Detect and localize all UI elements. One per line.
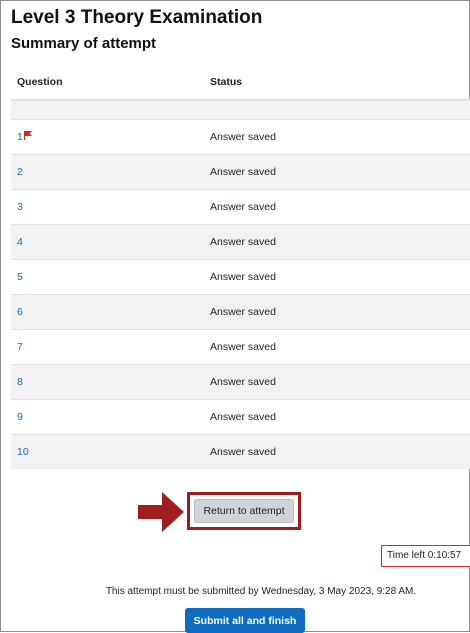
question-link-10[interactable]: 10	[17, 446, 29, 458]
table-row: 10 Answer saved	[11, 434, 470, 469]
table-row: 8 Answer saved	[11, 364, 470, 400]
summary-table: Question Status 1 Answer saved 2 Answer …	[11, 65, 470, 469]
return-to-attempt-button[interactable]: Return to attempt	[194, 499, 294, 523]
status-cell: Answer saved	[210, 329, 470, 365]
submission-deadline-text: This attempt must be submitted by Wednes…	[105, 586, 417, 597]
submit-all-and-finish-button[interactable]: Submit all and finish	[185, 608, 305, 633]
table-row: 1 Answer saved	[11, 119, 470, 155]
time-left-indicator: Time left 0:10:57	[381, 545, 470, 567]
question-link-8[interactable]: 8	[17, 376, 23, 388]
status-cell: Answer saved	[210, 364, 470, 400]
flag-icon	[23, 131, 32, 143]
status-cell: Answer saved	[210, 224, 470, 260]
question-link-6[interactable]: 6	[17, 306, 23, 318]
table-row: 9 Answer saved	[11, 399, 470, 435]
table-row: 7 Answer saved	[11, 329, 470, 365]
status-cell: Answer saved	[210, 434, 470, 469]
status-column-header: Status	[210, 65, 470, 101]
status-cell: Answer saved	[210, 259, 470, 295]
question-link-4[interactable]: 4	[17, 236, 23, 248]
return-button-highlight: Return to attempt	[187, 492, 301, 530]
table-row: 3 Answer saved	[11, 189, 470, 225]
question-column-header: Question	[11, 65, 210, 101]
question-link-1[interactable]: 1	[17, 131, 23, 143]
quiz-summary-panel: Level 3 Theory Examination Summary of at…	[0, 0, 470, 633]
status-cell: Answer saved	[210, 154, 470, 190]
table-row: 6 Answer saved	[11, 294, 470, 330]
question-link-9[interactable]: 9	[17, 411, 23, 423]
table-header-row: Question Status	[11, 65, 470, 101]
table-row: 2 Answer saved	[11, 154, 470, 190]
status-cell: Answer saved	[210, 399, 470, 435]
status-cell: Answer saved	[210, 294, 470, 330]
question-link-2[interactable]: 2	[17, 166, 23, 178]
question-link-3[interactable]: 3	[17, 201, 23, 213]
table-row: 5 Answer saved	[11, 259, 470, 295]
section-title: Summary of attempt	[11, 35, 157, 52]
table-spacer-row	[11, 99, 470, 120]
status-cell: Answer saved	[210, 119, 470, 155]
table-row: 4 Answer saved	[11, 224, 470, 260]
arrow-right-icon	[138, 492, 184, 537]
status-cell: Answer saved	[210, 189, 470, 225]
question-link-5[interactable]: 5	[17, 271, 23, 283]
question-link-7[interactable]: 7	[17, 341, 23, 353]
page-title: Level 3 Theory Examination	[11, 7, 263, 28]
